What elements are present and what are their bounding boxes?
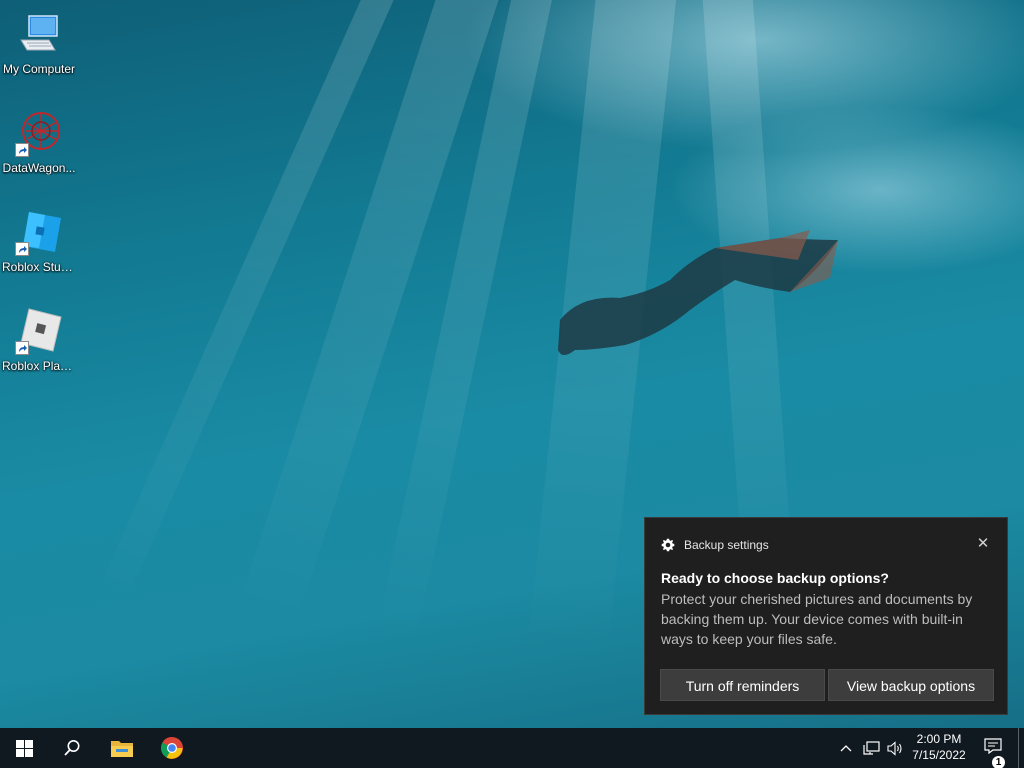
desktop-icon-roblox-player[interactable]: Roblox Player (0, 301, 78, 391)
notification-center-icon (984, 738, 1002, 754)
light-ray (198, 0, 509, 728)
network-button[interactable] (860, 728, 882, 768)
view-backup-options-button[interactable]: View backup options (828, 669, 994, 701)
network-icon (862, 740, 880, 755)
toast-app-name: Backup settings (684, 538, 769, 552)
datawagon-logo-icon (15, 109, 63, 157)
light-ray (47, 0, 409, 716)
desktop-icon-label: My Computer (2, 62, 76, 76)
start-button[interactable] (0, 728, 48, 768)
shortcut-arrow-icon (15, 341, 29, 355)
volume-icon (886, 740, 902, 756)
desktop-icon-my-computer[interactable]: My Computer (0, 4, 78, 94)
chrome-button[interactable] (148, 728, 196, 768)
volume-button[interactable] (884, 728, 906, 768)
show-hidden-icons-button[interactable] (836, 728, 856, 768)
action-center-button[interactable]: 1 (978, 728, 1008, 769)
file-explorer-icon (111, 741, 133, 757)
close-icon[interactable]: ✕ (973, 534, 993, 554)
roblox-player-icon (15, 307, 63, 355)
notification-count-badge: 1 (992, 756, 1005, 769)
toast-title: Ready to choose backup options? (661, 570, 889, 586)
windows-start-icon (15, 739, 33, 757)
desktop-icon-label: Roblox Player (2, 359, 77, 373)
clock-time: 2:00 PM (916, 732, 962, 746)
taskbar: 2:00 PM 7/15/2022 1 (0, 728, 1024, 769)
desktop-icon-label: DataWagon... (2, 161, 76, 175)
toast-body: Protect your cherished pictures and docu… (661, 591, 973, 647)
roblox-studio-icon (15, 208, 63, 256)
clock-date: 7/15/2022 (912, 748, 966, 762)
toast-header: Backup settings (661, 536, 769, 554)
diver-silhouette (558, 230, 838, 355)
chevron-up-icon (840, 745, 852, 752)
shortcut-arrow-icon (15, 143, 29, 157)
gear-icon (661, 538, 675, 552)
light-ray (349, 0, 560, 728)
search-button[interactable] (48, 728, 96, 768)
desktop-icon-label: Roblox Studio (2, 260, 77, 274)
turn-off-reminders-button[interactable]: Turn off reminders (660, 669, 825, 701)
desktop-icon-datawagon[interactable]: DataWagon... (0, 103, 78, 193)
search-icon (64, 740, 80, 756)
system-clock[interactable]: 2:00 PM 7/15/2022 (906, 728, 972, 768)
monitor-icon (15, 10, 63, 58)
chrome-icon (161, 737, 183, 759)
shortcut-arrow-icon (15, 242, 29, 256)
backup-notification-toast[interactable]: Backup settings ✕ Ready to choose backup… (644, 517, 1008, 715)
file-explorer-button[interactable] (98, 728, 146, 768)
show-desktop-button[interactable] (1018, 728, 1024, 768)
desktop-icon-roblox-studio[interactable]: Roblox Studio (0, 202, 78, 292)
